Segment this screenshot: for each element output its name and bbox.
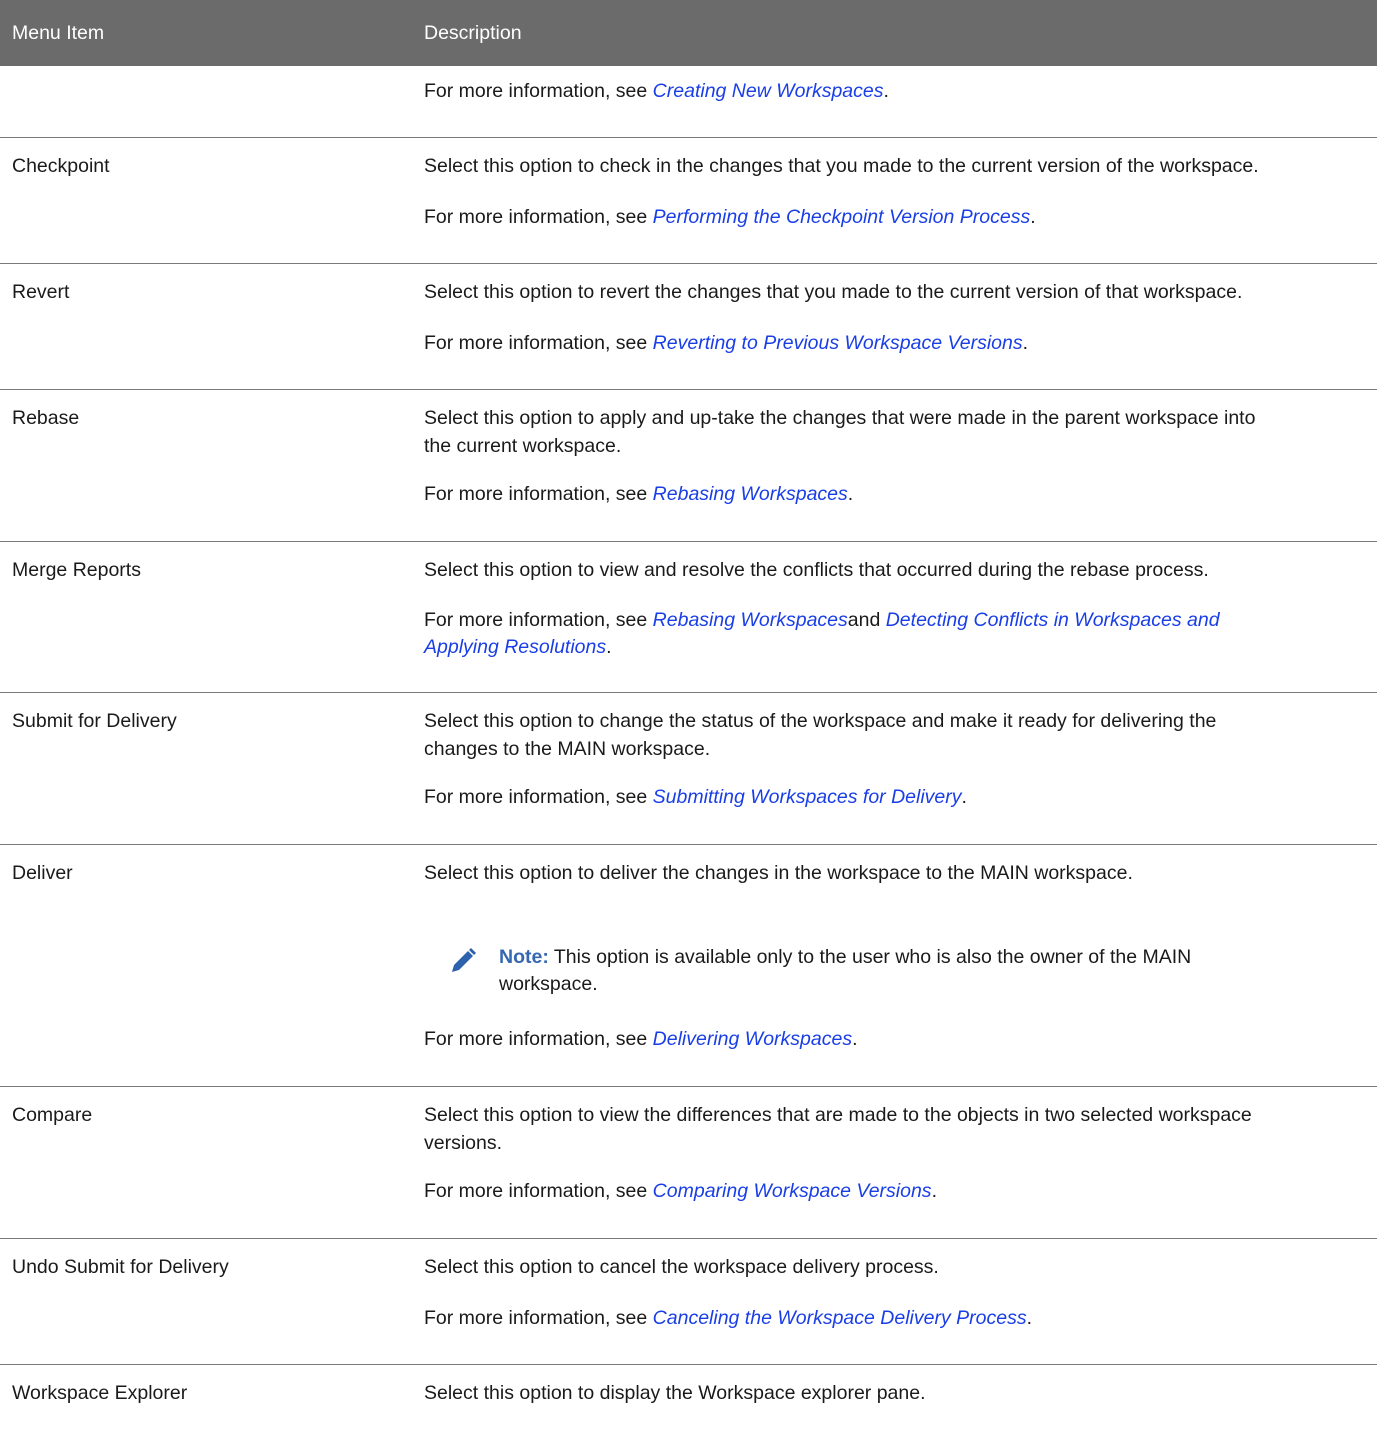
table-row: Workspace Explorer Select this option to… [0, 1365, 1377, 1435]
description-text: Select this option to display the Worksp… [424, 1382, 926, 1404]
more-info-text: For more information, see Rebasing Works… [424, 483, 854, 505]
link-detecting-conflicts[interactable]: Detecting Conflicts in Workspaces and [886, 609, 1220, 631]
menu-item-compare: Compare [12, 1104, 93, 1126]
menu-item-revert: Revert [12, 281, 70, 303]
more-info-text: For more information, see Rebasing Works… [424, 609, 1220, 658]
more-info-text: For more information, see Comparing Work… [424, 1180, 937, 1202]
more-info-text: For more information, see Delivering Wor… [424, 1028, 858, 1050]
link-rebasing-workspaces[interactable]: Rebasing Workspaces [653, 483, 848, 505]
more-info-text: For more information, see Reverting to P… [424, 332, 1029, 354]
description-text: Select this option to view the differenc… [424, 1104, 1252, 1154]
table-row: Checkpoint Select this option to check i… [0, 138, 1377, 264]
more-info-text: For more information, see Creating New W… [424, 80, 889, 102]
link-applying-resolutions[interactable]: Applying Resolutions [424, 636, 606, 658]
link-submitting-workspaces[interactable]: Submitting Workspaces for Delivery [653, 786, 962, 808]
table-row: Revert Select this option to revert the … [0, 264, 1377, 390]
description-text: Select this option to view and resolve t… [424, 559, 1209, 581]
description-text: Select this option to deliver the change… [424, 862, 1133, 884]
table-row: Deliver Select this option to deliver th… [0, 845, 1377, 1087]
table-row: Compare Select this option to view the d… [0, 1087, 1377, 1239]
link-checkpoint-version-process[interactable]: Performing the Checkpoint Version Proces… [653, 206, 1031, 228]
table-header: Menu Item Description [0, 0, 1377, 66]
menu-item-checkpoint: Checkpoint [12, 155, 110, 177]
description-text: Select this option to cancel the workspa… [424, 1256, 939, 1278]
description-text: Select this option to check in the chang… [424, 155, 1259, 177]
menu-item-deliver: Deliver [12, 862, 73, 884]
description-text: Select this option to change the status … [424, 710, 1217, 760]
table-row: Undo Submit for Delivery Select this opt… [0, 1239, 1377, 1365]
table-row: Rebase Select this option to apply and u… [0, 390, 1377, 542]
more-info-text: For more information, see Performing the… [424, 206, 1036, 228]
menu-item-merge-reports: Merge Reports [12, 559, 141, 581]
header-description: Description [424, 22, 522, 44]
menu-item-submit-for-delivery: Submit for Delivery [12, 710, 177, 732]
menu-item-rebase: Rebase [12, 407, 80, 429]
note-label: Note: [499, 946, 549, 968]
more-info-text: For more information, see Submitting Wor… [424, 786, 967, 808]
link-canceling-delivery-process[interactable]: Canceling the Workspace Delivery Process [653, 1307, 1027, 1329]
header-menu-item: Menu Item [12, 22, 105, 44]
table-row: Merge Reports Select this option to view… [0, 542, 1377, 693]
menu-item-undo-submit-for-delivery: Undo Submit for Delivery [12, 1256, 229, 1278]
menu-item-workspace-explorer: Workspace Explorer [12, 1382, 188, 1404]
pencil-icon [452, 948, 476, 972]
description-text: Select this option to apply and up-take … [424, 407, 1256, 457]
link-rebasing-workspaces[interactable]: Rebasing Workspaces [653, 609, 848, 631]
description-text: Select this option to revert the changes… [424, 281, 1243, 303]
link-creating-new-workspaces[interactable]: Creating New Workspaces [653, 80, 884, 102]
table-row: Submit for Delivery Select this option t… [0, 693, 1377, 845]
link-reverting-workspace-versions[interactable]: Reverting to Previous Workspace Versions [653, 332, 1023, 354]
note-text: Note: This option is available only to t… [499, 946, 1192, 995]
more-info-text: For more information, see Canceling the … [424, 1307, 1032, 1329]
link-delivering-workspaces[interactable]: Delivering Workspaces [653, 1028, 852, 1050]
link-comparing-workspace-versions[interactable]: Comparing Workspace Versions [653, 1180, 932, 1202]
